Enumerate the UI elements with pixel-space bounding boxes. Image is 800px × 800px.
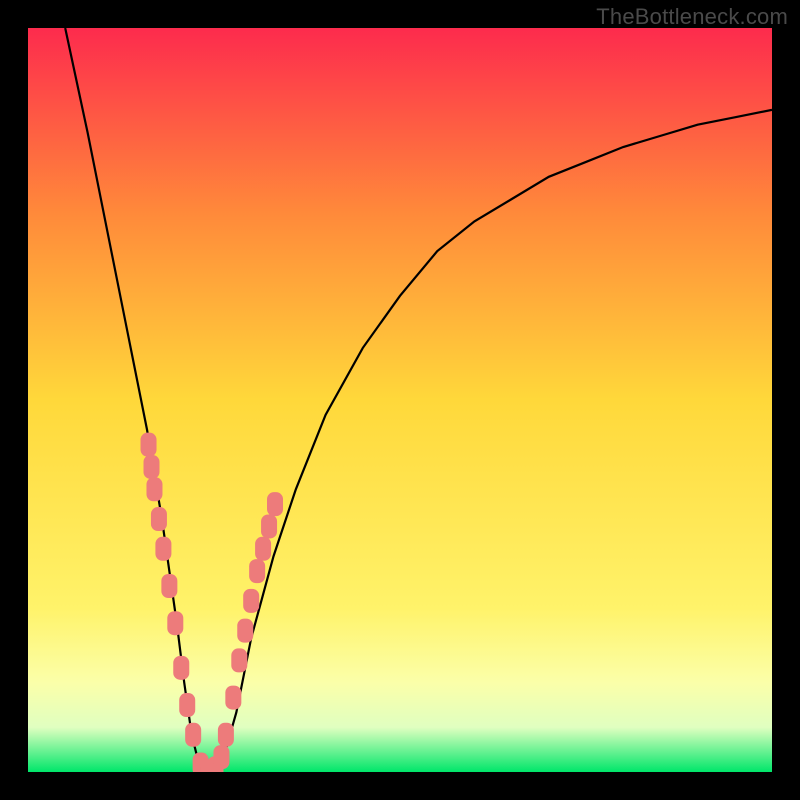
highlight-dot <box>255 537 271 561</box>
highlight-dot <box>243 589 259 613</box>
highlight-dot <box>151 507 167 531</box>
watermark-text: TheBottleneck.com <box>596 4 788 30</box>
highlight-dot <box>225 686 241 710</box>
plot-area <box>28 28 772 772</box>
highlight-dot <box>213 745 229 769</box>
highlight-dot <box>231 648 247 672</box>
highlight-dot <box>141 433 157 457</box>
highlight-dot <box>261 514 277 538</box>
highlight-dot <box>249 559 265 583</box>
highlight-dot <box>173 656 189 680</box>
highlight-dot <box>237 619 253 643</box>
chart-frame: TheBottleneck.com <box>0 0 800 800</box>
highlight-dot <box>146 477 162 501</box>
highlight-dot <box>144 455 160 479</box>
highlight-dot <box>161 574 177 598</box>
gradient-background <box>28 28 772 772</box>
highlight-dot <box>185 723 201 747</box>
highlight-dot <box>167 611 183 635</box>
highlight-dot <box>155 537 171 561</box>
highlight-dot <box>179 693 195 717</box>
chart-svg <box>28 28 772 772</box>
highlight-dot <box>267 492 283 516</box>
highlight-dot <box>218 723 234 747</box>
